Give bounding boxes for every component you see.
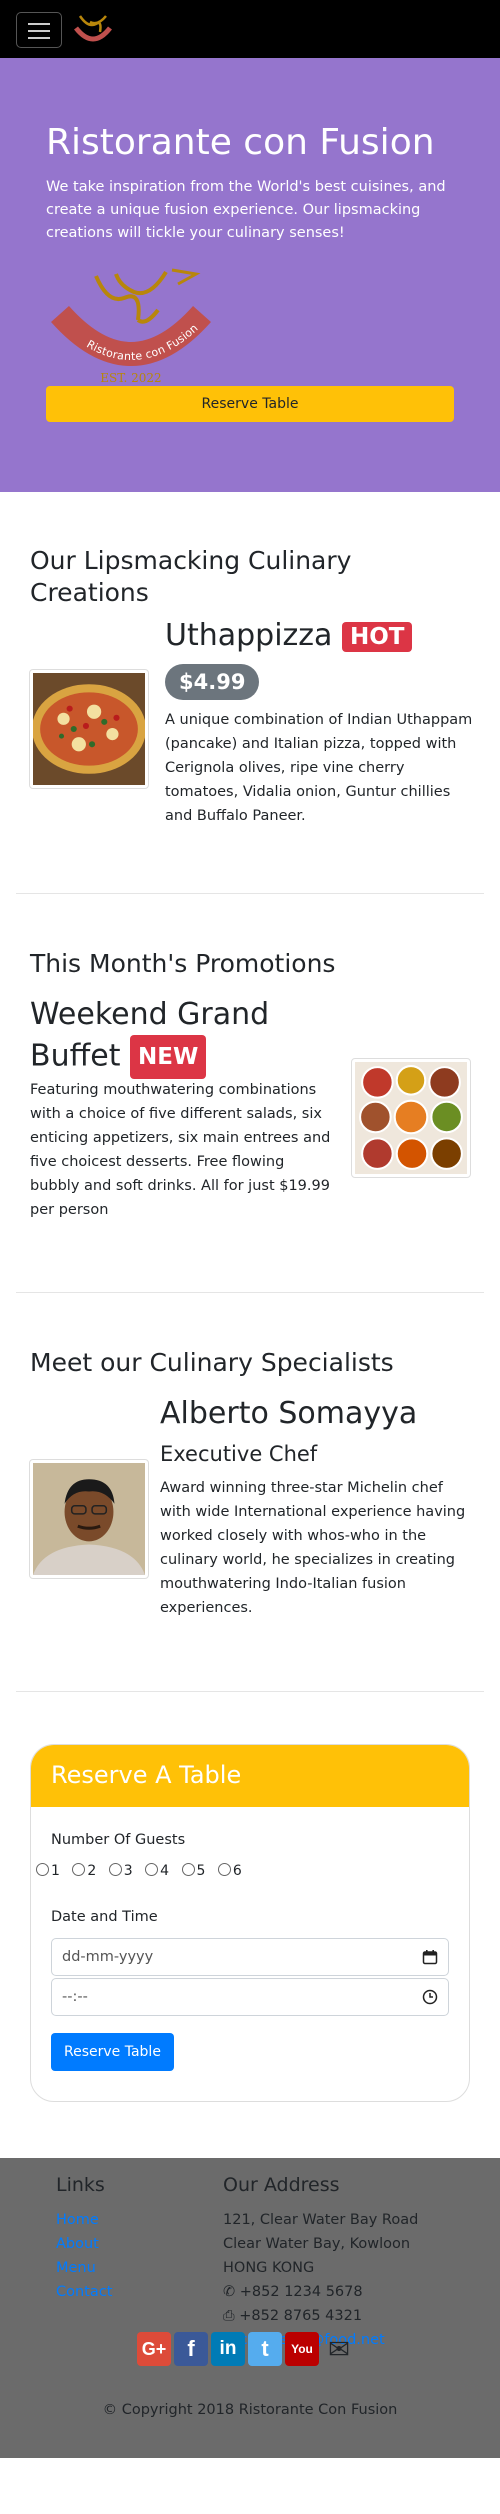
mail-icon[interactable]: ✉ bbox=[322, 2332, 356, 2366]
guest-option-3[interactable]: 3 bbox=[108, 1863, 133, 1879]
promotion-description: Featuring mouthwatering combinations wit… bbox=[30, 1082, 331, 1218]
time-input-text: --:-- bbox=[62, 1989, 88, 2005]
restaurant-logo: Ristorante con Fusion EST. 2022 bbox=[51, 268, 211, 385]
footer-link-menu[interactable]: Menu bbox=[56, 2260, 96, 2276]
hot-badge: HOT bbox=[341, 621, 413, 652]
phone-icon: ✆ bbox=[223, 2284, 236, 2300]
guest-option-2[interactable]: 2 bbox=[72, 1863, 96, 1879]
reservation-card-header: Reserve A Table bbox=[31, 1745, 469, 1807]
promotion-section-title: This Month's Promotions bbox=[30, 949, 336, 978]
linkedin-icon[interactable]: in bbox=[211, 2332, 245, 2366]
time-input[interactable]: --:-- bbox=[51, 1978, 449, 2016]
buffet-image bbox=[351, 1058, 471, 1178]
logo-est: EST. 2022 bbox=[100, 371, 161, 385]
address-line: 121, Clear Water Bay Road bbox=[223, 2212, 419, 2228]
dish-name-text: Uthappizza bbox=[165, 618, 333, 653]
promotion-name-line1: Weekend Grand bbox=[30, 997, 270, 1032]
youtube-icon[interactable]: You bbox=[285, 2332, 319, 2366]
date-input[interactable]: dd-mm-yyyy bbox=[51, 1938, 449, 1976]
new-badge: NEW bbox=[130, 1035, 207, 1079]
copyright: © Copyright 2018 Ristorante Con Fusion bbox=[102, 2402, 398, 2418]
phone-number: +852 1234 5678 bbox=[239, 2284, 363, 2300]
section-divider bbox=[16, 1292, 484, 1293]
radio-icon[interactable] bbox=[181, 1863, 195, 1876]
twitter-icon[interactable]: t bbox=[248, 2332, 282, 2366]
guest-option-1[interactable]: 1 bbox=[36, 1863, 60, 1879]
price-badge: $4.99 bbox=[165, 664, 260, 700]
guest-option-6[interactable]: 6 bbox=[217, 1863, 242, 1879]
address-line: HONG KONG bbox=[223, 2260, 315, 2276]
leader-description: Award winning three-star Michelin chef w… bbox=[160, 1480, 466, 1616]
guests-label: Number Of Guests bbox=[51, 1832, 186, 1848]
leader-role: Executive Chef bbox=[160, 1442, 318, 1466]
promotion-name-line2: Buffet bbox=[30, 1038, 121, 1074]
footer-link-home[interactable]: Home bbox=[56, 2212, 99, 2228]
footer-link-contact[interactable]: Contact bbox=[56, 2284, 112, 2300]
hero-title: Ristorante con Fusion bbox=[46, 122, 435, 163]
date-input-text: dd-mm-yyyy bbox=[62, 1949, 154, 1965]
footer-link-about[interactable]: About bbox=[56, 2236, 99, 2252]
reserve-submit-button[interactable]: Reserve Table bbox=[51, 2033, 174, 2071]
restaurant-logo-icon[interactable] bbox=[70, 10, 116, 50]
google-plus-icon[interactable]: G+ bbox=[137, 2332, 171, 2366]
leader-section-title: Meet our Culinary Specialists bbox=[30, 1348, 394, 1377]
address-line: Clear Water Bay, Kowloon bbox=[223, 2236, 411, 2252]
uthappizza-image bbox=[29, 669, 149, 789]
leader-name: Alberto Somayya bbox=[160, 1396, 418, 1431]
dish-section-title: Our Lipsmacking Culinary Creations bbox=[30, 546, 352, 607]
radio-icon[interactable] bbox=[36, 1863, 49, 1876]
hamburger-icon bbox=[28, 23, 50, 25]
datetime-label: Date and Time bbox=[51, 1909, 158, 1925]
fax-number: +852 8765 4321 bbox=[239, 2308, 363, 2324]
radio-icon[interactable] bbox=[72, 1863, 86, 1876]
navbar-toggler-button[interactable] bbox=[16, 12, 62, 48]
radio-icon[interactable] bbox=[145, 1863, 159, 1876]
facebook-icon[interactable]: f bbox=[174, 2332, 208, 2366]
footer-links-title: Links bbox=[56, 2174, 105, 2196]
guest-option-4[interactable]: 4 bbox=[145, 1863, 169, 1879]
footer-address-title: Our Address bbox=[223, 2174, 340, 2196]
promotion-name: Weekend Grand Buffet NEW bbox=[30, 995, 269, 1079]
radio-icon[interactable] bbox=[108, 1863, 122, 1876]
reservation-card: Reserve A Table Number Of Guests 1 2 3 4… bbox=[30, 1744, 470, 2102]
navbar bbox=[0, 0, 500, 58]
phone-row: ✆ +852 1234 5678 bbox=[223, 2280, 363, 2304]
fax-icon: ⎙ bbox=[223, 2308, 235, 2324]
hero-text: We take inspiration from the World's bes… bbox=[46, 179, 446, 241]
reservation-title: Reserve A Table bbox=[51, 1761, 242, 1789]
calendar-icon[interactable] bbox=[422, 1949, 438, 1965]
dish-description: A unique combination of Indian Uthappam … bbox=[165, 712, 473, 824]
chef-photo bbox=[29, 1459, 149, 1579]
hero-jumbotron: Ristorante con Fusion We take inspiratio… bbox=[0, 58, 500, 492]
clock-icon[interactable] bbox=[422, 1989, 438, 2005]
section-divider bbox=[16, 893, 484, 894]
guests-radio-group: 1 2 3 4 5 6 bbox=[36, 1863, 250, 1879]
dish-name: Uthappizza HOT bbox=[165, 618, 413, 653]
section-divider bbox=[16, 1691, 484, 1692]
fax-row: ⎙ +852 8765 4321 bbox=[223, 2304, 362, 2328]
reserve-table-button[interactable]: Reserve Table bbox=[46, 386, 454, 422]
guest-option-5[interactable]: 5 bbox=[181, 1863, 205, 1879]
radio-icon[interactable] bbox=[217, 1863, 231, 1876]
